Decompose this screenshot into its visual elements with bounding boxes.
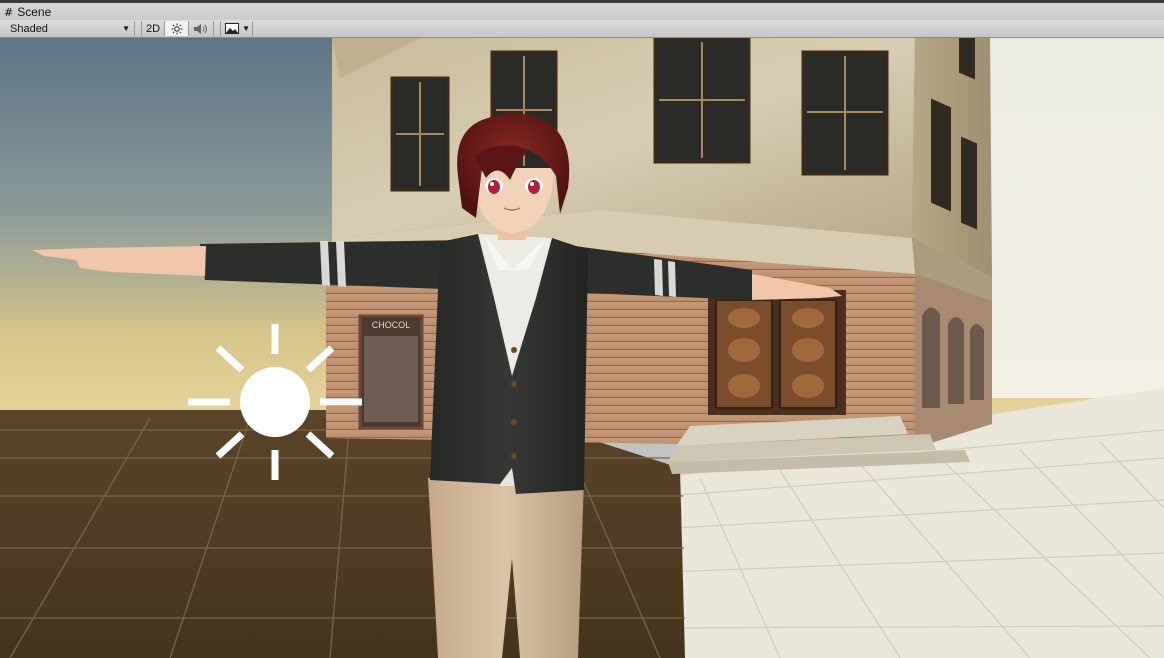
chevron-down-icon[interactable]: ▼ xyxy=(242,24,250,33)
scene-toolbar: Shaded ▼ 2D ▼ xyxy=(0,20,1164,38)
tab-scene[interactable]: # Scene xyxy=(4,4,124,20)
tab-strip: # Scene xyxy=(0,0,1164,20)
scene-viewport[interactable]: CHOCOL xyxy=(0,38,1164,658)
shop-sign: CHOCOL xyxy=(372,320,411,330)
scene-audio-toggle[interactable] xyxy=(189,21,215,36)
toggle-2d-button[interactable]: 2D xyxy=(141,21,166,36)
image-icon xyxy=(225,23,240,34)
speaker-icon xyxy=(194,23,208,34)
tab-scene-label: Scene xyxy=(17,5,52,19)
draw-mode-dropdown[interactable]: Shaded ▼ xyxy=(4,21,135,36)
scene-render: CHOCOL xyxy=(0,38,1164,658)
draw-mode-value: Shaded xyxy=(10,22,48,35)
toggle-2d-label: 2D xyxy=(146,22,161,35)
scene-lighting-toggle[interactable] xyxy=(165,21,190,36)
scene-effects-toggle[interactable]: ▼ xyxy=(220,21,253,36)
chevron-down-icon: ▼ xyxy=(122,24,130,33)
sun-icon xyxy=(171,23,183,34)
grid-icon: # xyxy=(4,5,14,19)
scene-window: # Scene Shaded ▼ 2D ▼ CHOCOL xyxy=(0,0,1164,658)
